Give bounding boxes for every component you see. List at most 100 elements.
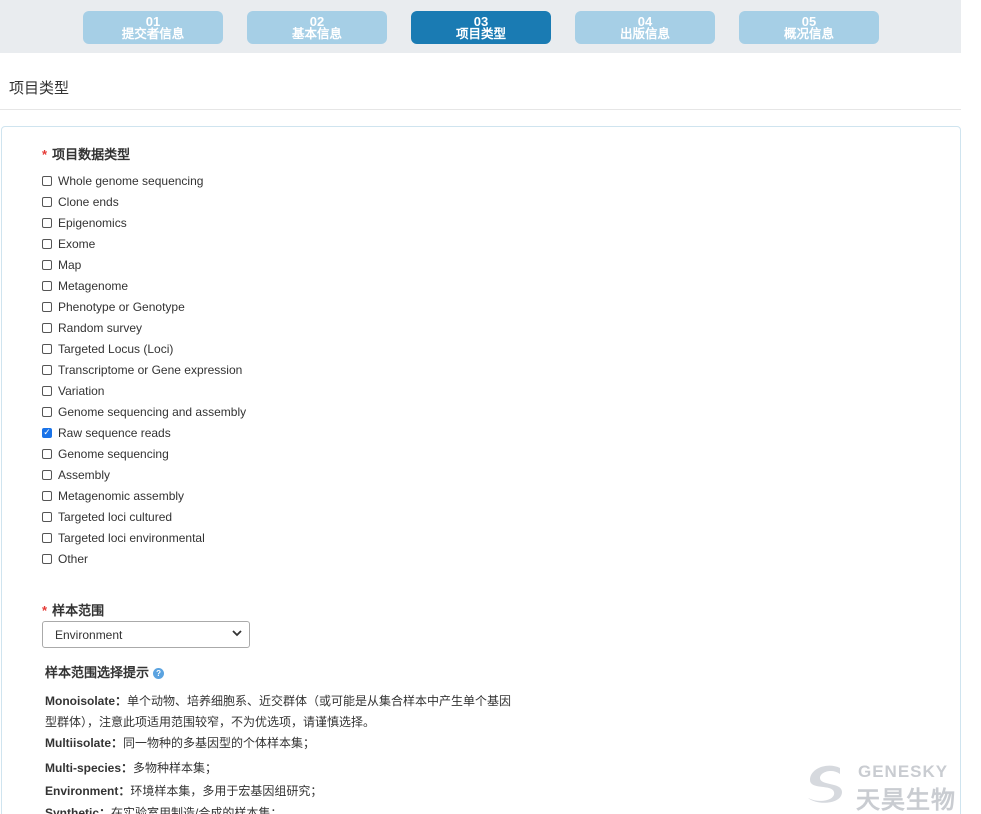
step-03[interactable]: 03 项目类型 [411,11,551,44]
hint-multi-species: Multi-species：多物种样本集； [45,758,520,779]
hint-term: Multiisolate： [45,736,124,750]
data-type-option-label: Clone ends [58,194,119,209]
checkbox[interactable] [42,511,52,522]
chevron-down-icon [231,627,243,642]
sample-scope-label-text: 样本范围 [52,603,105,618]
data-type-option[interactable]: Genome sequencing [42,443,246,464]
data-type-option-label: Whole genome sequencing [58,173,204,188]
step-04[interactable]: 04 出版信息 [575,11,715,44]
data-type-option[interactable]: Targeted loci environmental [42,527,246,548]
checkbox[interactable] [42,469,52,480]
data-type-option-label: Metagenomic assembly [58,488,185,503]
hint-title-text: 样本范围选择提示 [45,665,150,680]
data-type-option-label: Assembly [58,467,111,482]
hint-monoisolate: Monoisolate：单个动物、培养细胞系、近交群体（或可能是从集合样本中产生… [45,691,520,733]
data-type-option[interactable]: Targeted Locus (Loci) [42,338,246,359]
step-label: 概况信息 [783,27,834,41]
required-mark: * [42,603,48,618]
checkbox[interactable] [42,553,52,564]
step-label: 基本信息 [291,27,342,41]
data-type-option[interactable]: Phenotype or Genotype [42,296,246,317]
checkbox[interactable] [42,175,52,186]
checkbox[interactable] [42,406,52,417]
data-type-option-label: Targeted loci environmental [58,530,205,545]
data-type-label-text: 项目数据类型 [52,147,131,162]
data-type-option-label: Metagenome [58,278,129,293]
data-type-option-label: Raw sequence reads [58,425,171,440]
hint-text: 多物种样本集； [133,761,218,775]
sample-scope-select[interactable]: Environment [42,621,250,648]
data-type-checkbox-list: Whole genome sequencing Clone ends Epigeno… [42,170,246,569]
help-icon[interactable]: ? [153,668,165,679]
checkbox[interactable] [42,238,52,249]
checkbox[interactable] [42,259,52,270]
hint-text: 在实验室用制造/合成的样本集； [111,806,283,814]
sample-scope-selected-value: Environment [55,628,123,642]
data-type-option-label: Map [58,257,82,272]
step-label: 提交者信息 [121,27,185,41]
logo-text-en: GENESKY [858,762,949,781]
checkbox[interactable] [42,217,52,228]
hint-text: 同一物种的多基因型的个体样本集； [123,736,316,750]
data-type-option[interactable]: Transcriptome or Gene expression [42,359,246,380]
data-type-option[interactable]: Metagenome [42,275,246,296]
step-05[interactable]: 05 概况信息 [739,11,879,44]
checkbox[interactable] [42,280,52,291]
hint-text: 环境样本集，多用于宏基因组研究； [130,784,323,798]
data-type-option-label: Other [58,551,89,566]
checkbox[interactable] [42,343,52,354]
required-mark: * [42,147,48,162]
data-type-option[interactable]: Exome [42,233,246,254]
page-title: 项目类型 [9,80,70,97]
hint-multiisolate: Multiisolate：同一物种的多基因型的个体样本集； [45,733,520,754]
checkbox[interactable] [42,364,52,375]
logo-text-cn: 天昊生物 [856,787,956,814]
hint-synthetic: Synthetic：在实验室用制造/合成的样本集； [45,803,520,814]
hint-term: Environment： [45,784,131,798]
data-type-option-label: Variation [58,383,105,398]
data-type-option[interactable]: Other [42,548,246,569]
hint-term: Monoisolate： [45,694,128,708]
data-type-option[interactable]: Variation [42,380,246,401]
divider [0,109,961,110]
checkbox[interactable] [42,385,52,396]
data-type-option-label: Targeted Locus (Loci) [58,341,174,356]
data-type-option[interactable]: Map [42,254,246,275]
data-type-option-label: Transcriptome or Gene expression [58,362,243,377]
hint-term: Synthetic： [45,806,112,814]
checkbox[interactable] [42,490,52,501]
step-01[interactable]: 01 提交者信息 [83,11,223,44]
checkbox[interactable] [42,448,52,459]
checkbox[interactable] [42,322,52,333]
step-02[interactable]: 02 基本信息 [247,11,387,44]
step-label: 出版信息 [619,27,670,41]
sample-scope-label: * 样本范围 [42,600,104,619]
data-type-option[interactable]: Assembly [42,464,246,485]
checkbox[interactable] [42,301,52,312]
genesky-logo: GENESKY 天昊生物 [802,760,962,814]
data-type-option-label: Phenotype or Genotype [58,299,185,314]
checkbox[interactable] [42,196,52,207]
hint-environment: Environment：环境样本集，多用于宏基因组研究； [45,781,520,802]
data-type-option[interactable]: Whole genome sequencing [42,170,246,191]
data-type-option[interactable]: Metagenomic assembly [42,485,246,506]
data-type-label: * 项目数据类型 [42,144,130,163]
data-type-option[interactable]: Clone ends [42,191,246,212]
data-type-option[interactable]: ✓ Raw sequence reads [42,422,246,443]
data-type-option[interactable]: Random survey [42,317,246,338]
checkbox[interactable] [42,532,52,543]
checkbox-checked[interactable]: ✓ [42,427,52,438]
hint-term: Multi-species： [45,761,134,775]
data-type-option-label: Targeted loci cultured [58,509,173,524]
data-type-option[interactable]: Targeted loci cultured [42,506,246,527]
data-type-option-label: Random survey [58,320,143,335]
data-type-option-label: Epigenomics [58,215,127,230]
step-progress-bar: 01 提交者信息 02 基本信息 03 项目类型 04 出版信息 05 概况信息 [0,0,961,53]
data-type-option-label: Genome sequencing [58,446,169,461]
genesky-logo-icon [808,765,842,803]
data-type-option[interactable]: Genome sequencing and assembly [42,401,246,422]
step-label: 项目类型 [455,27,506,41]
data-type-option[interactable]: Epigenomics [42,212,246,233]
data-type-option-label: Genome sequencing and assembly [58,404,247,419]
hint-title: 样本范围选择提示? [45,662,165,681]
